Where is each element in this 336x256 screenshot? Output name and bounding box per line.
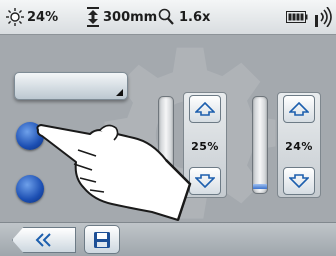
- mode-dropdown[interactable]: [14, 72, 128, 100]
- battery-icon: [286, 11, 308, 23]
- height-value: 300mm: [103, 9, 158, 25]
- slider-2-track[interactable]: [252, 96, 268, 194]
- height-status: 300mm: [86, 0, 157, 34]
- save-button[interactable]: [84, 225, 120, 254]
- brightness-value: 24%: [27, 9, 59, 25]
- back-button[interactable]: [12, 227, 76, 253]
- magnifier-icon: [158, 8, 174, 25]
- brightness-icon: [6, 8, 24, 26]
- brightness-status: 24%: [6, 0, 58, 34]
- battery-status: [286, 0, 308, 34]
- device-screen: 24% 300mm 1.6x 25% 24%: [0, 0, 336, 256]
- slider-2-value: 24%: [285, 140, 313, 153]
- signal-icon: [315, 7, 332, 27]
- pointing-hand-icon: [36, 124, 192, 221]
- height-icon: [87, 7, 99, 27]
- back-icon: [35, 233, 51, 247]
- slider-2-fill: [253, 184, 267, 189]
- slider-2-panel: 24%: [277, 92, 321, 198]
- zoom-value: 1.6x: [179, 9, 211, 25]
- slider-2-up-button[interactable]: [283, 95, 315, 123]
- arrow-up-icon: [289, 102, 309, 116]
- zoom-status: 1.6x: [158, 0, 210, 34]
- slider-2-down-button[interactable]: [283, 167, 315, 195]
- signal-status: [313, 0, 333, 34]
- dropdown-arrow-icon: [116, 89, 123, 96]
- arrow-down-icon: [289, 174, 309, 188]
- save-icon: [94, 231, 110, 248]
